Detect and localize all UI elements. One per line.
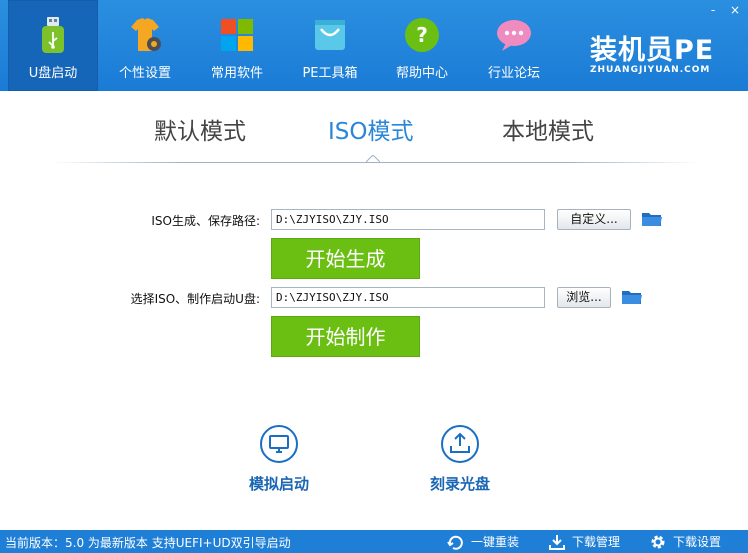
top-navigation-bar: U盘启动 个性设置 常用软件 PE工具箱 ? 帮助中心 行业论坛 - × 装机员… xyxy=(0,0,748,91)
tab-local-mode[interactable]: 本地模式 xyxy=(502,112,594,146)
close-button[interactable]: × xyxy=(728,3,742,17)
chat-bubble-icon xyxy=(497,20,531,51)
select-iso-label: 选择ISO、制作启动U盘: xyxy=(130,292,260,306)
app-window: U盘启动 个性设置 常用软件 PE工具箱 ? 帮助中心 行业论坛 - × 装机员… xyxy=(0,0,748,553)
brand-logo: 装机员PE ZHUANGJIYUAN.COM xyxy=(590,28,740,75)
start-make-button[interactable]: 开始制作 xyxy=(271,316,420,357)
download-manager-label: 下载管理 xyxy=(572,535,621,549)
shopping-bag-icon xyxy=(315,20,345,50)
iso-save-path-input[interactable]: D:\ZJYISO\ZJY.ISO xyxy=(271,209,545,230)
tshirt-gear-icon xyxy=(131,18,161,51)
gear-icon xyxy=(651,535,665,549)
nav-label-help: 帮助中心 xyxy=(395,66,448,81)
version-status-text: 当前版本：5.0 为最新版本 支持UEFI+UD双引导启动 xyxy=(5,536,291,550)
upload-tray-icon xyxy=(441,425,479,463)
nav-item-personalize[interactable]: 个性设置 xyxy=(100,0,190,91)
minimize-button[interactable]: - xyxy=(706,3,720,17)
windows-tiles-icon xyxy=(221,19,253,51)
refresh-icon xyxy=(447,535,463,550)
nav-label-personalize: 个性设置 xyxy=(118,66,171,81)
burn-disc-button[interactable]: 刻录光盘 xyxy=(400,424,520,494)
custom-path-button[interactable]: 自定义... xyxy=(557,209,631,230)
tab-iso-mode[interactable]: ISO模式 xyxy=(328,112,414,146)
simulate-boot-label: 模拟启动 xyxy=(248,475,309,493)
download-settings-link[interactable]: 下载设置 xyxy=(649,531,739,553)
question-icon: ? xyxy=(405,18,439,52)
brand-subtitle: ZHUANGJIYUAN.COM xyxy=(590,65,711,75)
download-manager-link[interactable]: 下载管理 xyxy=(548,531,638,553)
status-bar: 当前版本：5.0 为最新版本 支持UEFI+UD双引导启动 一键重装 下载管理 … xyxy=(0,530,748,553)
browse-button[interactable]: 浏览... xyxy=(557,287,611,308)
select-iso-input[interactable]: D:\ZJYISO\ZJY.ISO xyxy=(271,287,545,308)
nav-item-forum[interactable]: 行业论坛 xyxy=(469,0,559,91)
burn-disc-label: 刻录光盘 xyxy=(429,475,490,493)
tab-default-mode[interactable]: 默认模式 xyxy=(154,112,246,146)
monitor-icon xyxy=(260,425,298,463)
nav-item-usb-boot[interactable]: U盘启动 xyxy=(8,0,98,91)
brand-title: 装机员PE xyxy=(590,35,715,66)
folder-icon[interactable] xyxy=(641,210,663,228)
nav-label-forum: 行业论坛 xyxy=(487,66,540,81)
one-click-reinstall-label: 一键重装 xyxy=(471,535,520,549)
nav-item-help[interactable]: ? 帮助中心 xyxy=(377,0,467,91)
nav-label-software: 常用软件 xyxy=(210,66,263,81)
nav-label-pe-toolbox: PE工具箱 xyxy=(302,66,358,81)
download-settings-label: 下载设置 xyxy=(673,535,722,549)
folder-icon[interactable] xyxy=(621,288,643,306)
simulate-boot-button[interactable]: 模拟启动 xyxy=(219,424,339,494)
nav-item-software[interactable]: 常用软件 xyxy=(192,0,282,91)
nav-label-usb-boot: U盘启动 xyxy=(28,66,78,81)
active-tab-caret xyxy=(366,155,380,163)
svg-text:?: ? xyxy=(416,23,428,47)
nav-item-pe-toolbox[interactable]: PE工具箱 xyxy=(285,0,375,91)
start-generate-button[interactable]: 开始生成 xyxy=(271,238,420,279)
one-click-reinstall-link[interactable]: 一键重装 xyxy=(447,531,537,553)
usb-drive-icon xyxy=(42,17,64,53)
download-icon xyxy=(549,535,565,550)
iso-save-path-label: ISO生成、保存路径: xyxy=(151,214,260,228)
